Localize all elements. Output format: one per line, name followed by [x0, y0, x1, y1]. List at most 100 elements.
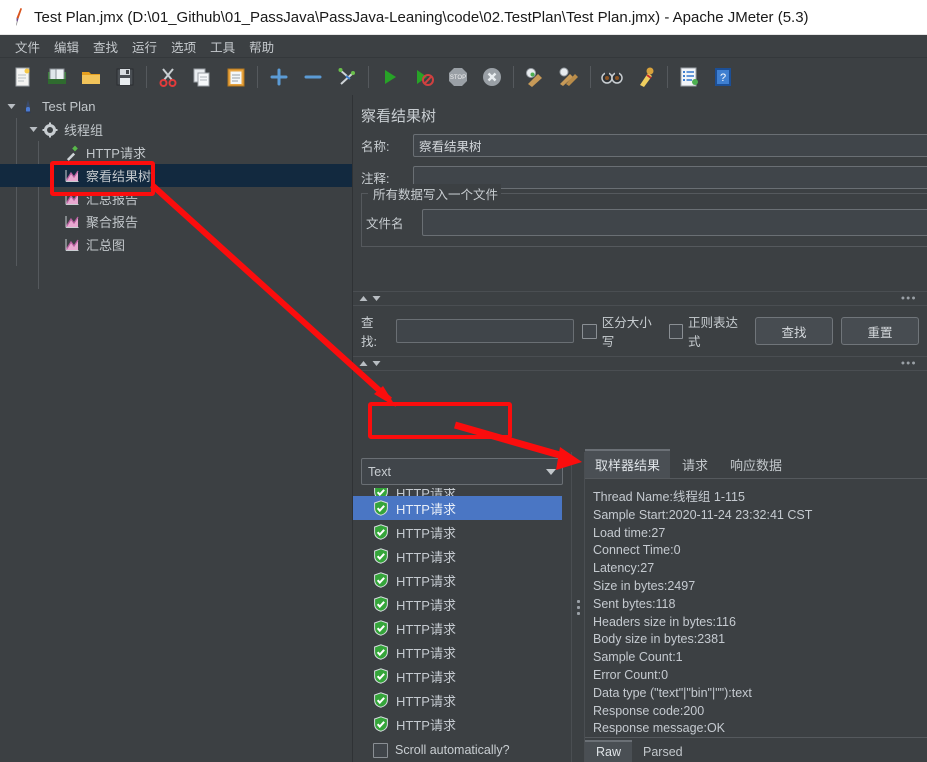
toolbar-separator [146, 66, 147, 88]
list-item-label: HTTP请求 [396, 597, 456, 613]
summary-report-icon [62, 189, 82, 209]
tree-node-label: HTTP请求 [86, 146, 146, 161]
toolbar-separator [667, 66, 668, 88]
regex-label: 正则表达式 [687, 316, 738, 349]
tab-request[interactable]: 请求 [672, 451, 718, 478]
menu-help[interactable]: 帮助 [242, 35, 281, 58]
list-item-selected[interactable]: HTTP请求 [353, 496, 571, 520]
success-shield-icon [373, 488, 389, 496]
results-area: Text HTTP请求 HTTP请求 HTTP请求 HTTP请求 HTTP请求 … [353, 449, 927, 762]
toolbar-start[interactable] [373, 61, 407, 93]
checkbox-box[interactable] [582, 323, 597, 339]
tree-node-test-plan[interactable]: Test Plan [0, 95, 352, 118]
list-item[interactable]: HTTP请求 [353, 712, 571, 736]
list-item[interactable]: HTTP请求 [353, 616, 571, 640]
toolbar-clear[interactable] [518, 61, 552, 93]
menu-options[interactable]: 选项 [164, 35, 203, 58]
toolbar-expand-all[interactable] [262, 61, 296, 93]
sample-result-list[interactable]: HTTP请求 HTTP请求 HTTP请求 HTTP请求 HTTP请求 HTTP请… [353, 488, 571, 738]
list-item[interactable]: HTTP请求 [353, 568, 571, 592]
tab-sampler-result[interactable]: 取样器结果 [585, 449, 671, 478]
collapse-up-icon [359, 296, 368, 301]
svg-text:?: ? [720, 72, 726, 84]
results-vertical-splitter[interactable] [571, 452, 585, 762]
list-item[interactable]: HTTP请求 [353, 664, 571, 688]
collapse-down-icon [372, 361, 381, 366]
toolbar-reset-search[interactable] [629, 61, 663, 93]
filename-input[interactable] [422, 209, 927, 236]
toolbar-save[interactable] [108, 61, 142, 93]
toolbar-stop[interactable]: STOP [441, 61, 475, 93]
list-item[interactable]: HTTP请求 [353, 544, 571, 568]
find-button[interactable]: 查找 [754, 317, 833, 345]
menu-search[interactable]: 查找 [86, 35, 125, 58]
menu-edit[interactable]: 编辑 [47, 35, 86, 58]
list-item[interactable]: HTTP请求 [353, 592, 571, 616]
tree-node-view-results-tree[interactable]: 察看结果树 [0, 164, 352, 187]
tree-node-label: Test Plan [42, 99, 96, 114]
toolbar-open[interactable] [74, 61, 108, 93]
results-list-pane: Text HTTP请求 HTTP请求 HTTP请求 HTTP请求 HTTP请求 … [353, 452, 571, 762]
toolbar-cut[interactable] [151, 61, 185, 93]
toolbar-separator [368, 66, 369, 88]
reset-button[interactable]: 重置 [840, 317, 919, 345]
tree-node-aggregate-report[interactable]: 聚合报告 [0, 210, 352, 233]
renderer-select[interactable]: Text [361, 458, 563, 485]
toolbar-paste[interactable] [219, 61, 253, 93]
toolbar-collapse-all[interactable] [296, 61, 330, 93]
scroll-automatically-checkbox[interactable] [373, 742, 388, 758]
tab-response-data[interactable]: 响应数据 [720, 451, 792, 478]
chevron-down-icon[interactable] [26, 118, 40, 141]
test-plan-tree[interactable]: Test Plan 线程组 HTTP请求 察看结果树 汇总报告 聚合报告 汇总图 [0, 95, 353, 762]
page-title: 察看结果树 [361, 108, 437, 125]
scroll-automatically-row[interactable]: Scroll automatically? [353, 738, 571, 762]
list-item[interactable]: HTTP请求 [353, 488, 571, 496]
menu-tools[interactable]: 工具 [203, 35, 242, 58]
renderer-selected-label: Text [368, 464, 391, 479]
menu-run[interactable]: 运行 [125, 35, 164, 58]
toolbar-search[interactable] [595, 61, 629, 93]
toolbar-help[interactable]: ? [706, 61, 740, 93]
search-bar: 查找: 区分大小写 正则表达式 查找 重置 [353, 306, 927, 356]
toolbar-clear-all[interactable] [552, 61, 586, 93]
tree-node-summary-graph[interactable]: 汇总图 [0, 233, 352, 256]
menu-file[interactable]: 文件 [8, 35, 47, 58]
bottom-tab-parsed[interactable]: Parsed [632, 742, 694, 762]
success-shield-icon [373, 692, 389, 708]
case-sensitive-checkbox[interactable]: 区分大小写 [582, 312, 660, 350]
success-shield-icon [373, 500, 389, 516]
tree-node-summary-report[interactable]: 汇总报告 [0, 187, 352, 210]
scroll-automatically-label: Scroll automatically? [395, 743, 510, 757]
toolbar-new[interactable] [6, 61, 40, 93]
checkbox-box[interactable] [668, 323, 683, 339]
bottom-tab-raw[interactable]: Raw [585, 740, 633, 762]
splitter-top[interactable]: ••• [353, 291, 927, 306]
raw-parsed-tabs: Raw Parsed [585, 737, 927, 762]
search-input[interactable] [396, 319, 575, 343]
toolbar-copy[interactable] [185, 61, 219, 93]
name-input[interactable]: 察看结果树 [413, 134, 927, 157]
toolbar-shutdown[interactable] [475, 61, 509, 93]
tree-node-http-request[interactable]: HTTP请求 [0, 141, 352, 164]
case-sensitive-label: 区分大小写 [601, 316, 652, 349]
toolbar-toggle[interactable] [330, 61, 364, 93]
list-item[interactable]: HTTP请求 [353, 640, 571, 664]
filename-field-row: 文件名 [362, 209, 927, 236]
tree-node-label: 汇总图 [86, 238, 126, 253]
list-item[interactable]: HTTP请求 [353, 688, 571, 712]
toolbar-start-no-timers[interactable] [407, 61, 441, 93]
toolbar-function-helper[interactable] [672, 61, 706, 93]
list-item[interactable]: HTTP请求 [353, 520, 571, 544]
chevron-down-icon[interactable] [4, 95, 18, 118]
toolbar-templates[interactable] [40, 61, 74, 93]
search-label: 查找: [361, 316, 377, 349]
list-item-label: HTTP请求 [396, 717, 456, 733]
tree-node-thread-group[interactable]: 线程组 [0, 118, 352, 141]
regex-checkbox[interactable]: 正则表达式 [668, 312, 747, 350]
splitter-bottom[interactable]: ••• [353, 356, 927, 371]
chevron-down-icon[interactable] [546, 468, 556, 475]
list-scrollbar[interactable] [562, 488, 571, 738]
